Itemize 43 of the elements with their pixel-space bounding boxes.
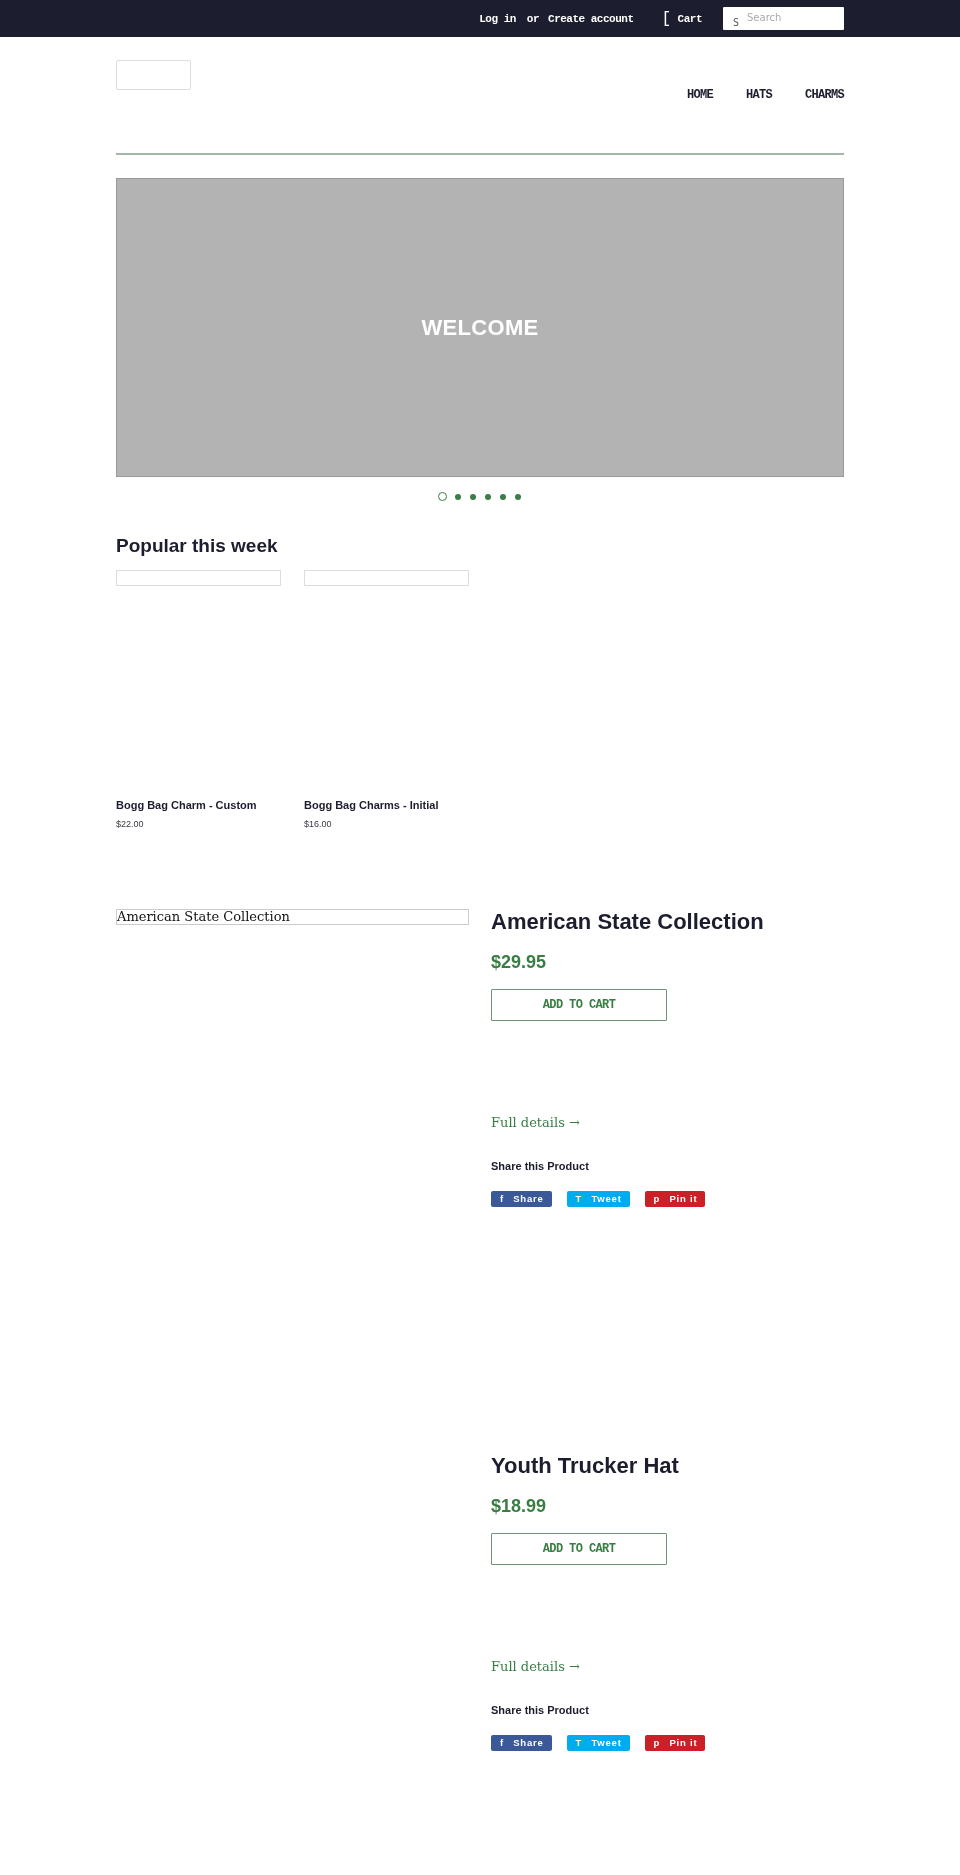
cart-icon: [	[661, 10, 671, 27]
search-icon: S	[733, 17, 740, 29]
product-title: Youth Trucker Hat	[491, 1452, 679, 1480]
social-share-button[interactable]: f Share	[491, 1735, 552, 1751]
product-price: $29.95	[491, 951, 547, 973]
full-details-link[interactable]: Full details →	[491, 1658, 580, 1676]
create-account-link[interactable]: Create account	[548, 11, 634, 26]
letter-icon: T	[575, 1737, 582, 1749]
broken-image[interactable]: American State Collection	[116, 909, 469, 925]
slide-dot[interactable]	[499, 493, 506, 500]
product-price: $18.99	[491, 1495, 547, 1517]
social-share-button[interactable]: p Pin it	[644, 1735, 706, 1751]
cart-link[interactable]: [ Cart	[661, 10, 702, 27]
image-alt-text: American State Collection	[117, 910, 290, 924]
share-heading: Share this Product	[491, 1703, 589, 1717]
letter-icon: T	[575, 1193, 582, 1205]
product-price: $22.00	[116, 818, 144, 830]
slide-dot[interactable]	[484, 493, 491, 500]
slide-dot[interactable]	[469, 493, 476, 500]
nav-link[interactable]: HOME	[686, 88, 713, 102]
social-share-button[interactable]: p Pin it	[644, 1191, 706, 1207]
product-title[interactable]: Bogg Bag Charms - Initial	[304, 798, 439, 812]
add-to-cart-button[interactable]: ADD TO CART	[491, 989, 667, 1021]
product-title[interactable]: Bogg Bag Charm - Custom	[116, 798, 257, 812]
share-heading: Share this Product	[491, 1159, 589, 1173]
social-share-button[interactable]: f Share	[491, 1191, 552, 1207]
slide-dot[interactable]	[454, 493, 461, 500]
section-heading: Popular this week	[116, 534, 278, 557]
slide-dot[interactable]	[438, 492, 447, 501]
product-title: American State Collection	[491, 908, 764, 936]
letter-icon: f	[500, 1737, 504, 1749]
nav-link[interactable]: HATS	[745, 88, 772, 102]
nav-link[interactable]: CHARMS	[805, 88, 844, 102]
letter-icon: f	[500, 1193, 504, 1205]
letter-icon: p	[653, 1193, 660, 1205]
hero-title: WELCOME	[421, 314, 539, 341]
slide-dot[interactable]	[514, 493, 521, 500]
separator-text: or	[526, 11, 540, 26]
letter-icon: p	[653, 1737, 660, 1749]
product-price: $16.00	[304, 818, 332, 830]
login-link[interactable]: Log in	[479, 11, 516, 26]
add-to-cart-button[interactable]: ADD TO CART	[491, 1533, 667, 1565]
full-details-link[interactable]: Full details →	[491, 1114, 580, 1132]
